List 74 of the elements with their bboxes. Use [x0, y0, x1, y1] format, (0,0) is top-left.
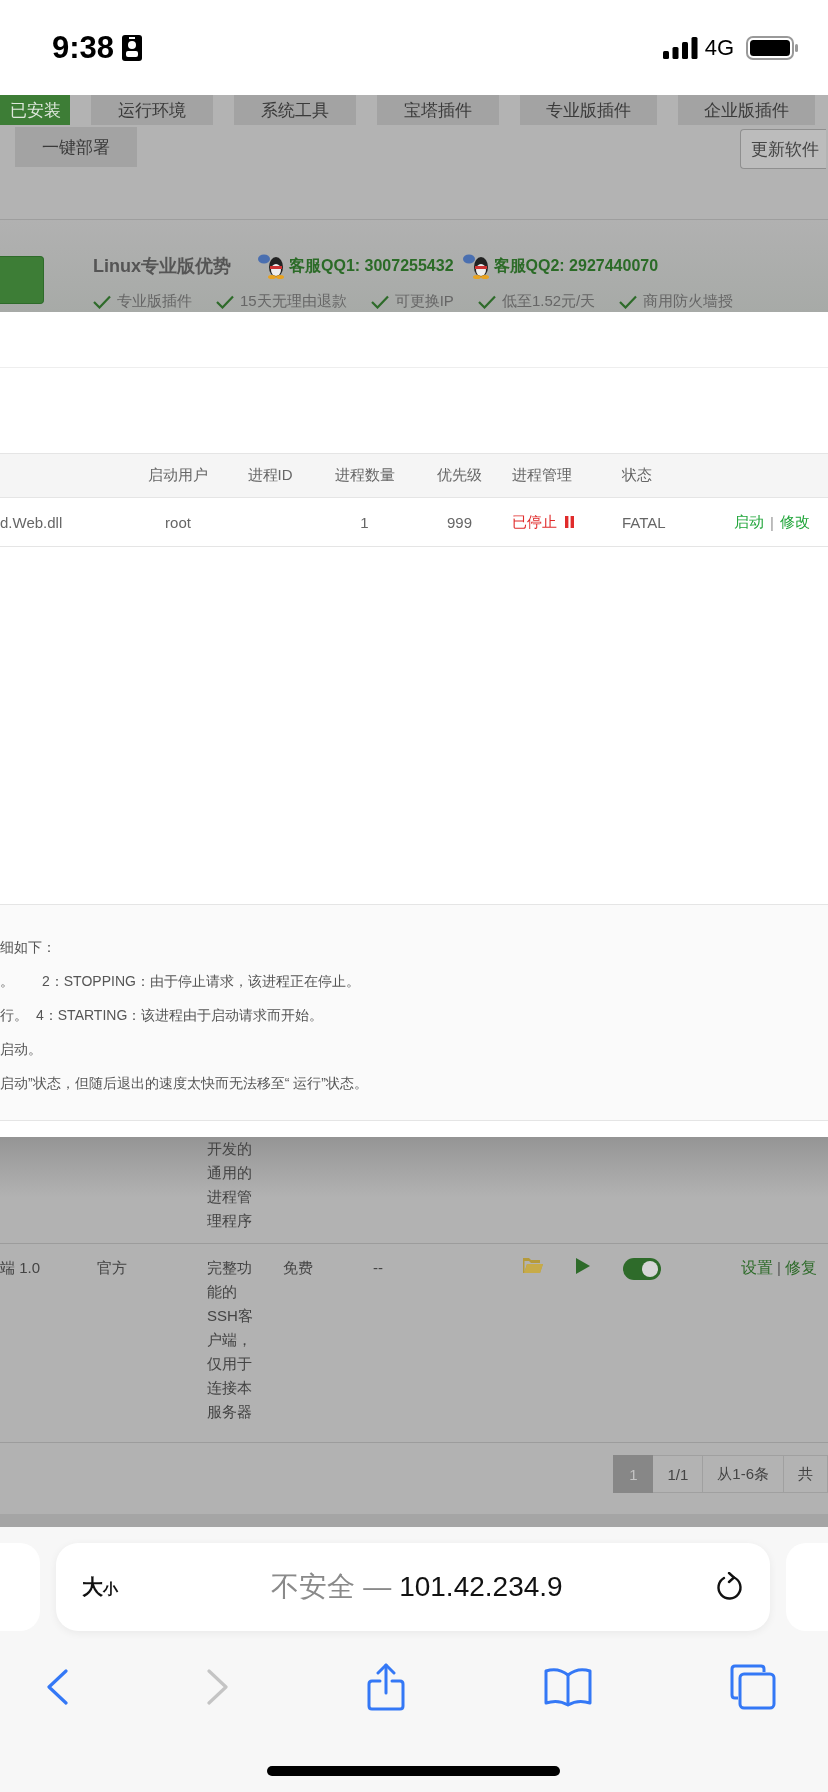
table-cell-text: 端 1.0: [0, 1258, 42, 1278]
note-text: 2：STOPPING：由于停止请求，该进程正在停止。: [42, 972, 360, 991]
category-tab[interactable]: 宝塔插件: [377, 95, 499, 125]
category-tab[interactable]: 专业版插件: [520, 95, 657, 125]
note-text: 行。: [0, 1006, 28, 1025]
process-state: 已停止: [512, 512, 557, 532]
table-cell-text: d.Web.dll: [0, 513, 64, 531]
checkmark-icon: [370, 294, 389, 309]
checkmark-icon: [477, 294, 496, 309]
column-header: 进程数量: [333, 466, 396, 485]
url-text: 101.42.234.9: [399, 1571, 563, 1602]
back-icon[interactable]: [46, 1669, 68, 1705]
column-header: 进程ID: [246, 466, 294, 485]
update-software-button[interactable]: 更新软件: [740, 129, 826, 169]
column-header: 状态: [621, 466, 653, 485]
checkmark-icon: [93, 294, 111, 309]
category-tab[interactable]: 系统工具: [234, 95, 356, 125]
feature-label: 15天无理由退款: [240, 292, 347, 311]
feature-label: 专业版插件: [117, 292, 192, 311]
table-cell-text: --: [373, 1258, 384, 1278]
table-cell-text: root: [164, 513, 192, 531]
note-text: 细如下：: [0, 938, 56, 957]
category-tab[interactable]: 已安装: [0, 95, 70, 125]
signal-icon: [662, 36, 699, 59]
security-label: 不安全 —: [271, 1571, 392, 1602]
page-button[interactable]: 共: [784, 1455, 828, 1493]
action-link[interactable]: 设置: [741, 1256, 773, 1280]
table-cell-text: 开发的通用的进程管理程序: [207, 1139, 253, 1231]
separator: |: [770, 513, 774, 531]
note-text: 启动”状态，但随后退出的速度太快而无法移至“ 运行”状态。: [0, 1074, 368, 1093]
table-cell-text: 完整功能的SSH客户端，仅用于连接本服务器: [207, 1258, 254, 1422]
note-text: 启动。: [0, 1040, 42, 1059]
pause-icon[interactable]: [565, 516, 574, 528]
category-tab[interactable]: 运行环境: [91, 95, 213, 125]
feature-label: 可更换IP: [394, 292, 454, 311]
battery-icon: [746, 35, 798, 60]
share-icon[interactable]: [367, 1663, 405, 1711]
network-label: 4G: [704, 34, 734, 61]
action-link[interactable]: 修复: [784, 1256, 817, 1280]
penguin-icon: [461, 253, 492, 279]
clock-time: 9:38: [52, 29, 115, 66]
category-tab[interactable]: 企业版插件: [678, 95, 815, 125]
checkmark-icon: [216, 294, 234, 309]
separator: |: [777, 1258, 781, 1278]
table-cell-text: 999: [446, 513, 473, 531]
column-header: 启动用户: [147, 466, 209, 485]
column-header: 进程管理: [511, 466, 573, 485]
promo-title: Linux专业版优势: [93, 255, 231, 278]
feature-label: 商用防火墙授: [643, 292, 734, 311]
contact-link[interactable]: 客服QQ1: 3007255432: [289, 255, 454, 277]
address-bar[interactable]: 大小 不安全 — 101.42.234.9: [56, 1543, 770, 1631]
action-link[interactable]: 启动: [734, 512, 764, 532]
toggle-switch[interactable]: [623, 1258, 661, 1280]
page-format-button[interactable]: 大小: [82, 1573, 118, 1601]
table-cell-text: 免费: [283, 1258, 314, 1278]
table-cell-text: FATAL: [621, 513, 667, 531]
play-icon[interactable]: [576, 1258, 590, 1274]
tabs-icon[interactable]: [730, 1664, 776, 1710]
bookmarks-icon[interactable]: [543, 1667, 592, 1707]
checkmark-icon: [619, 294, 638, 309]
reload-icon[interactable]: [716, 1572, 744, 1602]
contact-card-icon: [122, 34, 143, 61]
column-header: 优先级: [436, 466, 483, 485]
table-cell-text: 官方: [97, 1258, 128, 1278]
contact-link[interactable]: 客服QQ2: 2927440070: [493, 255, 659, 277]
page-button[interactable]: 从1-6条: [703, 1455, 784, 1493]
penguin-icon: [257, 253, 287, 279]
note-text: 4：STARTING：该进程由于启动请求而开始。: [36, 1006, 324, 1025]
note-text: 。: [0, 972, 14, 991]
action-link[interactable]: 修改: [779, 512, 810, 532]
table-cell-text: 1: [359, 513, 370, 531]
feature-label: 低至1.52元/天: [501, 292, 596, 311]
page-button[interactable]: 1/1: [653, 1455, 704, 1493]
deploy-button[interactable]: 一键部署: [15, 127, 137, 167]
